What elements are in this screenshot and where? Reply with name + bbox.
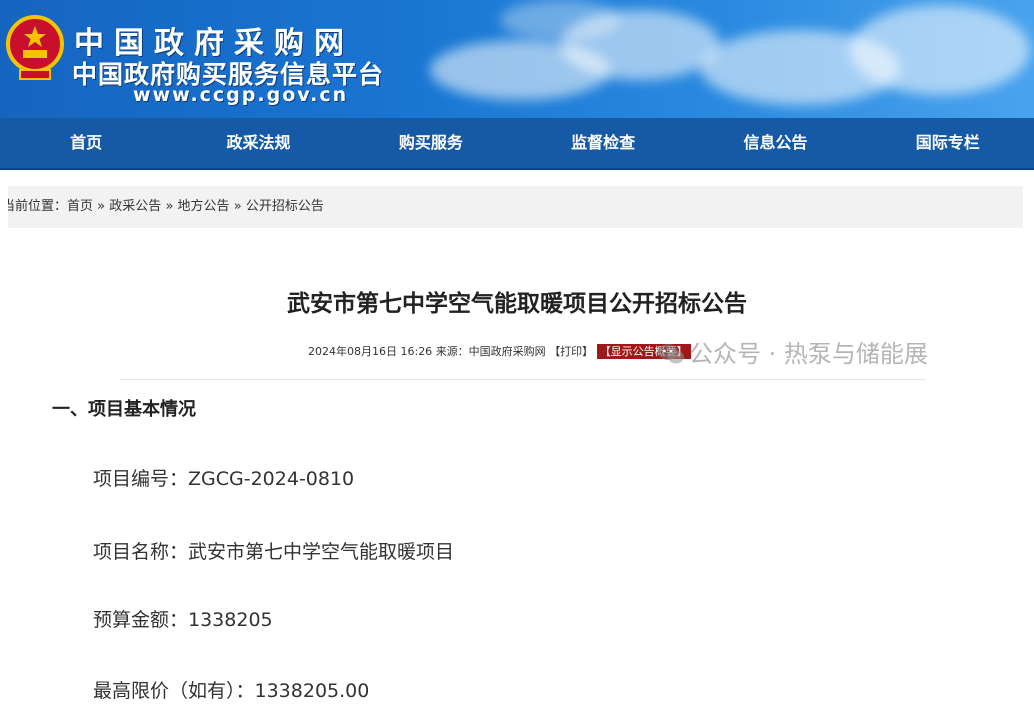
watermark-text: 公众号 · 热泵与储能展 [689, 340, 928, 368]
publish-datetime: 2024年08月16日 16:26 [308, 345, 433, 358]
site-url[interactable]: www.ccgp.gov.cn [133, 84, 348, 106]
project-number: 项目编号：ZGCG-2024-0810 [93, 468, 355, 490]
cloud-decoration [850, 5, 1030, 95]
article-meta: 2024年08月16日 16:26 来源：中国政府采购网 【打印】 【显示公告概… [308, 343, 691, 359]
main-nav: 首页 政采法规 购买服务 监督检查 信息公告 国际专栏 [0, 118, 1034, 170]
article-source: 来源：中国政府采购网 [435, 345, 546, 358]
breadcrumb-separator: » [233, 199, 242, 214]
nav-item-home[interactable]: 首页 [0, 118, 172, 168]
nav-item-purchase-services[interactable]: 购买服务 [345, 118, 517, 168]
national-emblem-icon[interactable] [6, 14, 64, 84]
breadcrumb-public-tender[interactable]: 公开招标公告 [246, 199, 324, 214]
print-link[interactable]: 【打印】 [549, 345, 593, 358]
nav-item-supervision[interactable]: 监督检查 [517, 118, 689, 168]
breadcrumb-procurement-notices[interactable]: 政采公告 [109, 199, 161, 214]
breadcrumb-separator: » [97, 199, 106, 214]
breadcrumb-local-notices[interactable]: 地方公告 [178, 199, 230, 214]
breadcrumb-home[interactable]: 首页 [67, 199, 93, 214]
article-title: 武安市第七中学空气能取暖项目公开招标公告 [287, 291, 747, 317]
watermark: 公众号 · 热泵与储能展 [657, 334, 928, 369]
breadcrumb: 当前位置：首页 » 政采公告 » 地方公告 » 公开招标公告 [8, 186, 1023, 228]
section-title: 一、项目基本情况 [52, 399, 196, 420]
wechat-icon [658, 344, 684, 364]
breadcrumb-label: 当前位置： [8, 199, 68, 214]
divider [120, 379, 925, 380]
budget-amount: 预算金额：1338205 [93, 609, 273, 631]
cloud-decoration [500, 0, 620, 40]
header-banner: 中国政府采购网 中国政府购买服务信息平台 www.ccgp.gov.cn [0, 0, 1034, 118]
project-name: 项目名称：武安市第七中学空气能取暖项目 [93, 541, 455, 563]
max-price: 最高限价（如有）：1338205.00 [93, 680, 370, 702]
breadcrumb-separator: » [165, 199, 174, 214]
nav-item-regulations[interactable]: 政采法规 [172, 118, 344, 168]
nav-item-announcements[interactable]: 信息公告 [689, 118, 861, 168]
nav-item-international[interactable]: 国际专栏 [862, 118, 1034, 168]
